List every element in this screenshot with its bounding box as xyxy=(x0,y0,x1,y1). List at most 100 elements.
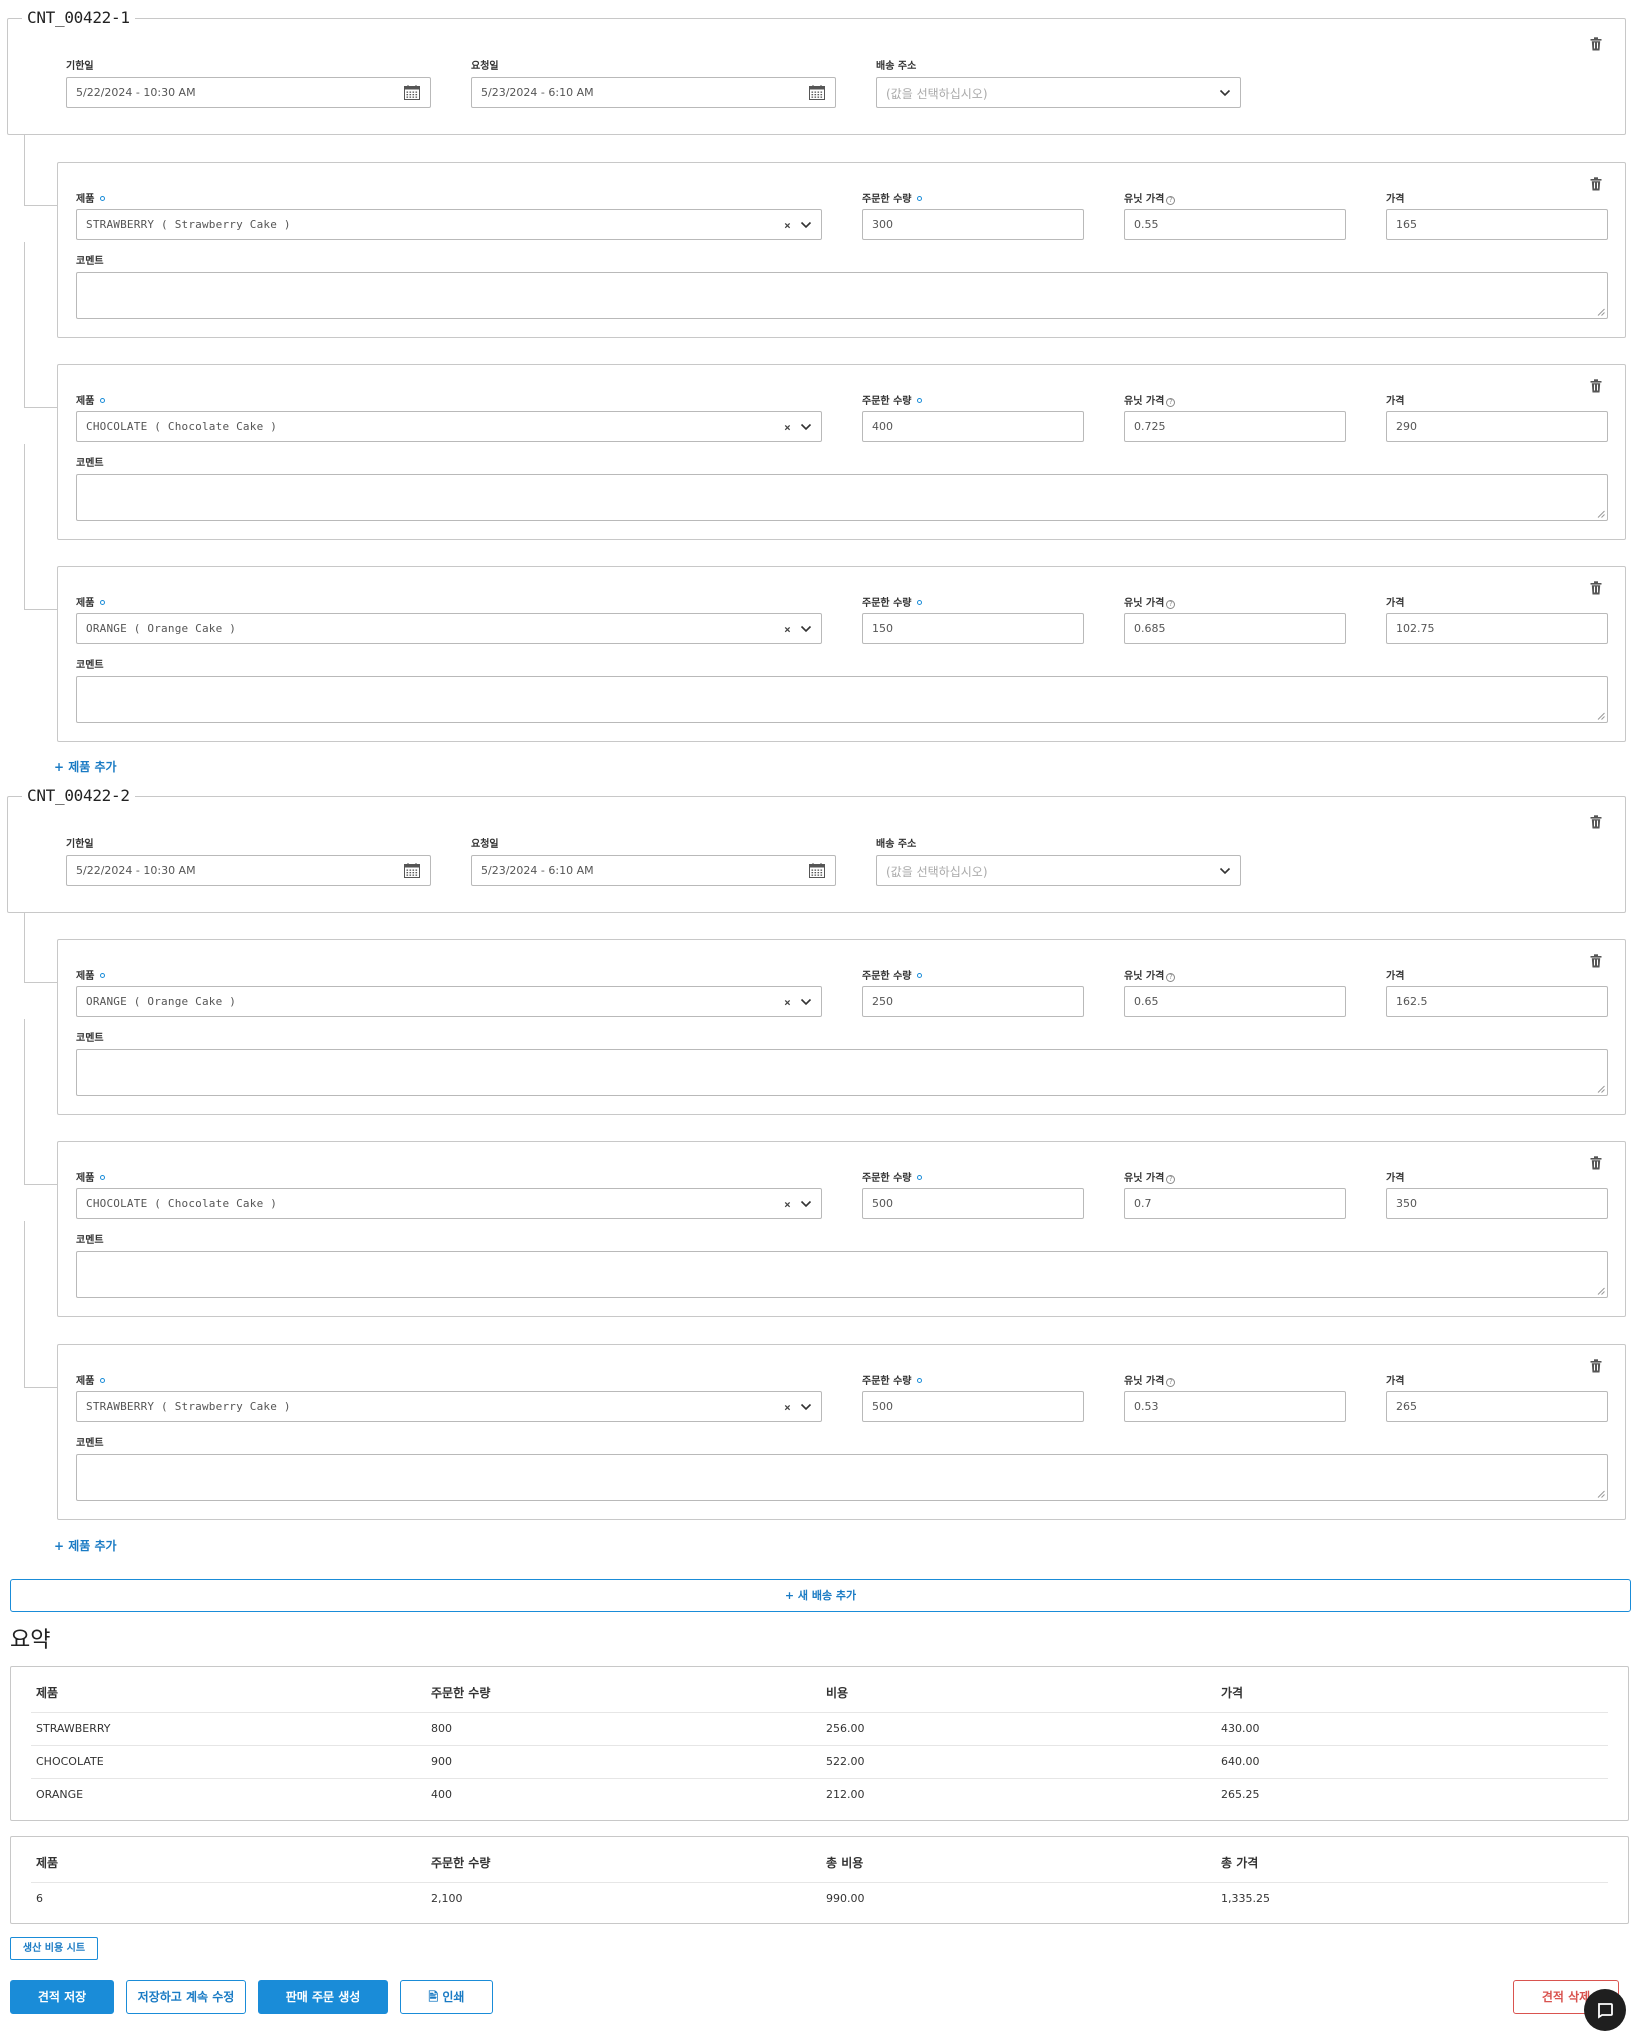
trash-icon[interactable] xyxy=(1590,815,1602,829)
help-icon[interactable]: ? xyxy=(1166,600,1176,609)
quantity-input[interactable]: 150 xyxy=(862,613,1084,644)
product-select[interactable]: CHOCOLATE ( Chocolate Cake ) × xyxy=(76,1188,822,1219)
due-date-input[interactable]: 5/22/2024 - 10:30 AM xyxy=(66,77,431,108)
request-date-input[interactable]: 5/23/2024 - 6:10 AM xyxy=(471,855,836,886)
trash-icon[interactable] xyxy=(1590,954,1602,968)
comment-textarea[interactable] xyxy=(76,272,1608,319)
price-input[interactable]: 290 xyxy=(1386,411,1608,442)
item-connector xyxy=(24,1019,25,1184)
resize-grip-icon[interactable] xyxy=(1597,1490,1605,1498)
price-input[interactable]: 350 xyxy=(1386,1188,1608,1219)
clear-icon[interactable]: × xyxy=(784,996,791,1009)
shipping-address-select[interactable]: (값을 선택하십시오) xyxy=(876,77,1241,108)
comment-textarea[interactable] xyxy=(76,474,1608,521)
price-label: 가격 xyxy=(1386,971,1405,982)
save-quote-button[interactable]: 견적 저장 xyxy=(10,1980,114,2014)
quantity-input[interactable]: 500 xyxy=(862,1188,1084,1219)
required-indicator xyxy=(917,973,923,978)
item-connector xyxy=(24,135,25,205)
comment-textarea[interactable] xyxy=(76,676,1608,723)
add-shipment-button[interactable]: + 새 배송 추가 xyxy=(10,1579,1631,1612)
unit-price-input[interactable]: 0.7 xyxy=(1124,1188,1346,1219)
chevron-down-icon[interactable] xyxy=(800,1198,812,1210)
price-input[interactable]: 162.5 xyxy=(1386,986,1608,1017)
product-select[interactable]: ORANGE ( Orange Cake ) × xyxy=(76,613,822,644)
chevron-down-icon[interactable] xyxy=(800,996,812,1008)
price-input[interactable]: 165 xyxy=(1386,209,1608,240)
resize-grip-icon[interactable] xyxy=(1597,510,1605,518)
clear-icon[interactable]: × xyxy=(784,1401,791,1414)
chevron-down-icon[interactable] xyxy=(1219,865,1231,877)
required-indicator xyxy=(100,1175,106,1180)
quantity-label-text: 주문한 수량 xyxy=(862,396,912,407)
comment-textarea[interactable] xyxy=(76,1049,1608,1096)
resize-grip-icon[interactable] xyxy=(1597,1085,1605,1093)
help-icon[interactable]: ? xyxy=(1166,398,1176,407)
resize-grip-icon[interactable] xyxy=(1597,712,1605,720)
trash-icon[interactable] xyxy=(1590,37,1602,51)
calendar-icon[interactable] xyxy=(809,863,825,878)
help-icon[interactable]: ? xyxy=(1166,1175,1176,1184)
clear-icon[interactable]: × xyxy=(784,421,791,434)
print-button[interactable]: 🖹 인쇄 xyxy=(400,1980,493,2014)
unit-price-input[interactable]: 0.725 xyxy=(1124,411,1346,442)
unit-price-input[interactable]: 0.55 xyxy=(1124,209,1346,240)
shipping-address-placeholder: (값을 선택하십시오) xyxy=(886,865,988,879)
unit-price-input[interactable]: 0.53 xyxy=(1124,1391,1346,1422)
product-select[interactable]: ORANGE ( Orange Cake ) × xyxy=(76,986,822,1017)
clear-icon[interactable]: × xyxy=(784,219,791,232)
quantity-label-text: 주문한 수량 xyxy=(862,971,912,982)
resize-grip-icon[interactable] xyxy=(1597,1287,1605,1295)
product-select[interactable]: STRAWBERRY ( Strawberry Cake ) × xyxy=(76,1391,822,1422)
unit-price-input[interactable]: 0.65 xyxy=(1124,986,1346,1017)
price-label: 가격 xyxy=(1386,396,1405,407)
price-input[interactable]: 265 xyxy=(1386,1391,1608,1422)
comment-textarea[interactable] xyxy=(76,1251,1608,1298)
row-divider xyxy=(31,1882,1608,1883)
clear-icon[interactable]: × xyxy=(784,623,791,636)
add-product-link[interactable]: + 제품 추가 xyxy=(54,1537,117,1554)
unit-price-label: 유닛 가격? xyxy=(1124,594,1176,609)
resize-grip-icon[interactable] xyxy=(1597,308,1605,316)
chevron-down-icon[interactable] xyxy=(1219,87,1231,99)
trash-icon[interactable] xyxy=(1590,1156,1602,1170)
chevron-down-icon[interactable] xyxy=(800,1401,812,1413)
unit-price-input[interactable]: 0.685 xyxy=(1124,613,1346,644)
required-indicator xyxy=(100,1378,106,1383)
trash-icon[interactable] xyxy=(1590,581,1602,595)
help-icon[interactable]: ? xyxy=(1166,1378,1176,1387)
shipping-address-select[interactable]: (값을 선택하십시오) xyxy=(876,855,1241,886)
calendar-icon[interactable] xyxy=(404,863,420,878)
request-date-input[interactable]: 5/23/2024 - 6:10 AM xyxy=(471,77,836,108)
comment-label: 코멘트 xyxy=(76,1033,104,1044)
price-input[interactable]: 102.75 xyxy=(1386,613,1608,644)
trash-icon[interactable] xyxy=(1590,177,1602,191)
chevron-down-icon[interactable] xyxy=(800,623,812,635)
summary-cell: ORANGE xyxy=(36,1788,84,1801)
product-label: 제품 xyxy=(76,967,106,982)
create-sales-order-button[interactable]: 판매 주문 생성 xyxy=(258,1980,388,2014)
help-icon[interactable]: ? xyxy=(1166,196,1176,205)
cost-sheet-button[interactable]: 생산 비용 시트 xyxy=(10,1937,98,1960)
add-product-link[interactable]: + 제품 추가 xyxy=(54,758,117,775)
quantity-input[interactable]: 500 xyxy=(862,1391,1084,1422)
quantity-input[interactable]: 400 xyxy=(862,411,1084,442)
quantity-input[interactable]: 250 xyxy=(862,986,1084,1017)
calendar-icon[interactable] xyxy=(404,85,420,100)
request-date-value: 5/23/2024 - 6:10 AM xyxy=(481,86,594,99)
due-date-input[interactable]: 5/22/2024 - 10:30 AM xyxy=(66,855,431,886)
chevron-down-icon[interactable] xyxy=(800,219,812,231)
comment-textarea[interactable] xyxy=(76,1454,1608,1501)
calendar-icon[interactable] xyxy=(809,85,825,100)
product-select[interactable]: CHOCOLATE ( Chocolate Cake ) × xyxy=(76,411,822,442)
chat-button[interactable] xyxy=(1584,1989,1626,2031)
save-continue-button[interactable]: 저장하고 계속 수정 xyxy=(126,1980,246,2014)
trash-icon[interactable] xyxy=(1590,1359,1602,1373)
trash-icon[interactable] xyxy=(1590,379,1602,393)
chevron-down-icon[interactable] xyxy=(800,421,812,433)
unit-price-label-text: 유닛 가격 xyxy=(1124,1376,1165,1387)
quantity-input[interactable]: 300 xyxy=(862,209,1084,240)
product-select[interactable]: STRAWBERRY ( Strawberry Cake ) × xyxy=(76,209,822,240)
clear-icon[interactable]: × xyxy=(784,1198,791,1211)
help-icon[interactable]: ? xyxy=(1166,973,1176,982)
